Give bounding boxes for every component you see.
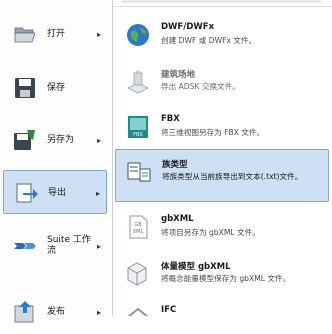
ifc-icon [127,307,149,316]
export-icon [16,183,38,203]
export-family-types[interactable]: 族类型 将族类型从当前族导出到文本(.txt)文件。 [115,149,329,202]
export-building-site-desc: 导出 ADSK 交换文件。 [161,82,240,91]
export-gbxml-title: gbXML [161,214,194,224]
fbx-icon: FBX [128,116,148,138]
export-building-site[interactable]: 建筑场地 导出 ADSK 交换文件。 [115,62,329,108]
export-family-types-title: 族类型 [162,160,188,170]
chevron-right-icon: ▸ [96,241,101,251]
building-site-icon [127,70,149,94]
family-types-icon [127,162,151,182]
menu-item-save-as-label: 另存为 [47,134,75,145]
menu-item-suite-workflow[interactable]: Suite 工作流 ▸ [3,224,107,268]
export-fbx-title: FBX [161,114,180,124]
gbxml-icon: GB XML [129,215,148,239]
export-mass-gbxml-title: 体量模型 gbXML [161,262,231,272]
menu-item-open[interactable]: 打开 ▸ [3,12,107,56]
export-dwf-title: DWF/DWFx [161,22,215,32]
export-mass-gbxml[interactable]: 体量模型 gbXML 将概念能量模型保存为 gbXML 文件。 [115,254,329,298]
export-submenu: DWF/DWFx 创建 DWF 或 DWFx 文件。 建筑场地 导出 ADSK … [113,0,332,316]
svg-text:XML: XML [133,229,144,235]
export-gbxml-desc: 将项目另存为 gbXML 文件。 [161,228,260,237]
suite-workflow-icon [14,243,36,249]
publish-icon [14,301,34,323]
menu-item-save-label: 保存 [47,82,66,93]
menu-item-publish[interactable]: 发布 ▸ [3,290,107,334]
svg-text:GB: GB [134,222,142,228]
chevron-right-icon: ▸ [96,135,101,145]
top-divider [113,0,332,7]
export-fbx[interactable]: FBX FBX 将三维视图另存为 FBX 文件。 [115,108,329,148]
menu-item-open-label: 打开 [47,28,66,39]
export-ifc[interactable]: IFC [115,300,329,316]
export-building-site-title: 建筑场地 [161,70,196,80]
save-icon [15,78,35,98]
chevron-right-icon: ▸ [96,307,101,317]
dwf-globe-icon [127,24,149,46]
svg-text:FBX: FBX [133,132,143,138]
application-menu-left: 打开 ▸ 保存 另存为 ▸ 导出 ▸ Suite 工作流 ▸ 发布 ▸ [0,0,113,323]
menu-item-suite-workflow-label: Suite 工作流 [47,235,91,256]
chevron-right-icon: ▸ [96,29,101,39]
menu-item-save-as[interactable]: 另存为 ▸ [3,118,107,162]
menu-item-publish-label: 发布 [47,306,66,317]
menu-item-save[interactable]: 保存 [3,66,107,110]
chevron-right-icon: ▸ [95,188,100,198]
menu-item-export[interactable]: 导出 ▸ [3,170,107,214]
export-fbx-desc: 将三维视图另存为 FBX 文件。 [161,128,265,137]
export-dwf-desc: 创建 DWF 或 DWFx 文件。 [161,36,257,45]
menu-item-export-label: 导出 [48,187,67,198]
save-as-icon [14,130,35,150]
export-gbxml[interactable]: GB XML gbXML 将项目另存为 gbXML 文件。 [115,208,329,252]
mass-gbxml-icon [127,262,147,286]
export-mass-gbxml-desc: 将概念能量模型保存为 gbXML 文件。 [161,274,291,283]
export-family-types-desc: 将族类型从当前族导出到文本(.txt)文件。 [162,172,303,181]
folder-open-icon [14,27,36,43]
export-ifc-title: IFC [161,305,177,315]
export-dwf[interactable]: DWF/DWFx 创建 DWF 或 DWFx 文件。 [115,16,329,60]
